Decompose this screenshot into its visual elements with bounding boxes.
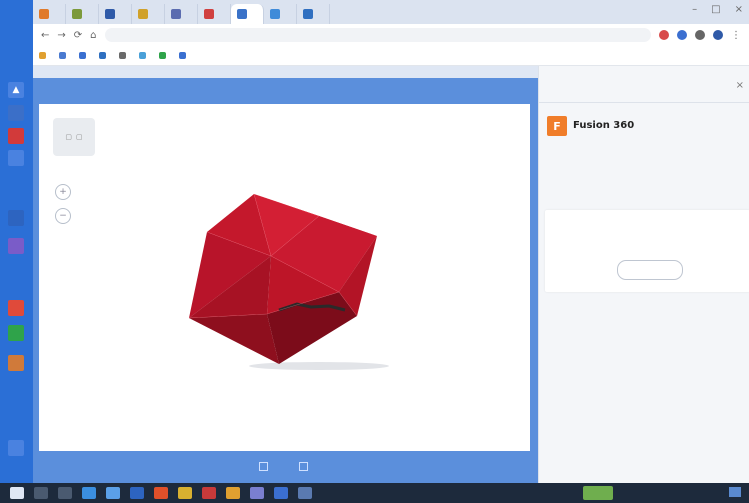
- browser-tab[interactable]: [165, 4, 198, 24]
- app-icon[interactable]: [8, 325, 24, 341]
- tray-icon[interactable]: [729, 487, 741, 497]
- browser-tab[interactable]: [264, 4, 297, 24]
- browser-tab[interactable]: [198, 4, 231, 24]
- bookmark-favicon-icon: [119, 52, 126, 59]
- taskbar-app-icon[interactable]: [154, 487, 168, 499]
- app-title: Fusion 360: [573, 120, 635, 131]
- browser-tab[interactable]: [231, 4, 264, 24]
- extension-icon[interactable]: [713, 30, 723, 40]
- bookmark-favicon-icon: [79, 52, 86, 59]
- url-field[interactable]: [104, 28, 651, 42]
- bookmark-item[interactable]: [159, 52, 169, 59]
- forward-icon[interactable]: →: [57, 30, 65, 41]
- extension-icon[interactable]: [659, 30, 669, 40]
- app-icon[interactable]: [8, 105, 24, 121]
- taskbar-app-icon[interactable]: [82, 487, 96, 499]
- maximize-icon[interactable]: □: [711, 4, 720, 15]
- system-tray: [729, 487, 741, 497]
- bookmarks-bar: [33, 46, 749, 66]
- taskbar-app-icon[interactable]: [178, 487, 192, 499]
- taskbar-app-icon[interactable]: [274, 487, 288, 499]
- task-view-icon[interactable]: [58, 487, 72, 499]
- bookmark-favicon-icon: [59, 52, 66, 59]
- app-icon[interactable]: [8, 238, 24, 254]
- model-shadow: [249, 362, 389, 370]
- app-icon[interactable]: [8, 440, 24, 456]
- checkbox[interactable]: [258, 461, 268, 471]
- taskbar-app-icon[interactable]: [226, 487, 240, 499]
- bookmark-favicon-icon: [159, 52, 166, 59]
- fusion-logo-icon: F: [547, 116, 567, 136]
- bookmark-favicon-icon: [39, 52, 46, 59]
- bookmark-favicon-icon: [99, 52, 106, 59]
- menu-icon[interactable]: ⋮: [731, 30, 741, 41]
- close-panel-icon[interactable]: ×: [736, 80, 744, 91]
- open-button[interactable]: [617, 260, 683, 280]
- taskbar-app-icon[interactable]: [202, 487, 216, 499]
- bookmark-favicon-icon: [139, 52, 146, 59]
- minimize-icon[interactable]: –: [692, 4, 697, 15]
- viewer-options: [33, 456, 538, 476]
- tab-favicon-icon: [105, 9, 115, 19]
- taskbar: [0, 483, 749, 503]
- side-panel: × F Fusion 360: [538, 66, 749, 483]
- bookmark-item[interactable]: [39, 52, 49, 59]
- tab-favicon-icon: [72, 9, 82, 19]
- bookmark-favicon-icon: [179, 52, 186, 59]
- taskbar-app-icon[interactable]: [298, 487, 312, 499]
- bookmark-item[interactable]: [179, 52, 189, 59]
- bookmark-item[interactable]: [99, 52, 109, 59]
- tab-favicon-icon: [204, 9, 214, 19]
- bookmark-item[interactable]: [79, 52, 89, 59]
- tab-favicon-icon: [237, 9, 247, 19]
- app-icon[interactable]: [8, 300, 24, 316]
- browser-tab[interactable]: [33, 4, 66, 24]
- close-window-icon[interactable]: ×: [735, 4, 743, 15]
- reload-icon[interactable]: ⟳: [74, 30, 82, 41]
- divider: [539, 102, 749, 103]
- tab-favicon-icon: [39, 9, 49, 19]
- taskbar-app-icon[interactable]: [130, 487, 144, 499]
- browser-tab[interactable]: [132, 4, 165, 24]
- taskbar-thumbnail[interactable]: [583, 486, 613, 500]
- browser-tab[interactable]: [66, 4, 99, 24]
- browser-tab[interactable]: [99, 4, 132, 24]
- start-icon[interactable]: [10, 487, 24, 499]
- 3d-canvas[interactable]: ▢ ▢ + −: [39, 104, 530, 451]
- back-icon[interactable]: ←: [41, 30, 49, 41]
- viewer-panel: ▢ ▢ + −: [33, 78, 538, 483]
- tab-favicon-icon: [171, 9, 181, 19]
- extension-icon[interactable]: [695, 30, 705, 40]
- viewer-option[interactable]: [258, 461, 273, 471]
- open-card: [545, 210, 749, 292]
- search-icon[interactable]: [34, 487, 48, 499]
- checkbox[interactable]: [298, 461, 308, 471]
- app-icon[interactable]: ▲: [8, 82, 24, 98]
- app-icon[interactable]: [8, 128, 24, 144]
- tab-favicon-icon: [270, 9, 280, 19]
- left-app-strip: ▲: [0, 0, 33, 483]
- app-icon[interactable]: [8, 355, 24, 371]
- taskbar-app-icon[interactable]: [106, 487, 120, 499]
- address-bar: ← → ⟳ ⌂ ⋮: [33, 24, 749, 46]
- bookmark-item[interactable]: [139, 52, 149, 59]
- icosahedron-face: [189, 314, 279, 364]
- bookmark-item[interactable]: [119, 52, 129, 59]
- app-icon[interactable]: [8, 210, 24, 226]
- viewer-option[interactable]: [298, 461, 313, 471]
- browser-tab-strip: [33, 0, 749, 24]
- model-graphic: [188, 193, 389, 370]
- window-controls: – □ ×: [692, 4, 743, 15]
- home-icon[interactable]: ⌂: [90, 30, 96, 41]
- tab-favicon-icon: [303, 9, 313, 19]
- browser-tab[interactable]: [297, 4, 330, 24]
- tab-favicon-icon: [138, 9, 148, 19]
- bookmark-item[interactable]: [59, 52, 69, 59]
- extension-icon[interactable]: [677, 30, 687, 40]
- taskbar-app-icon[interactable]: [250, 487, 264, 499]
- app-icon[interactable]: [8, 150, 24, 166]
